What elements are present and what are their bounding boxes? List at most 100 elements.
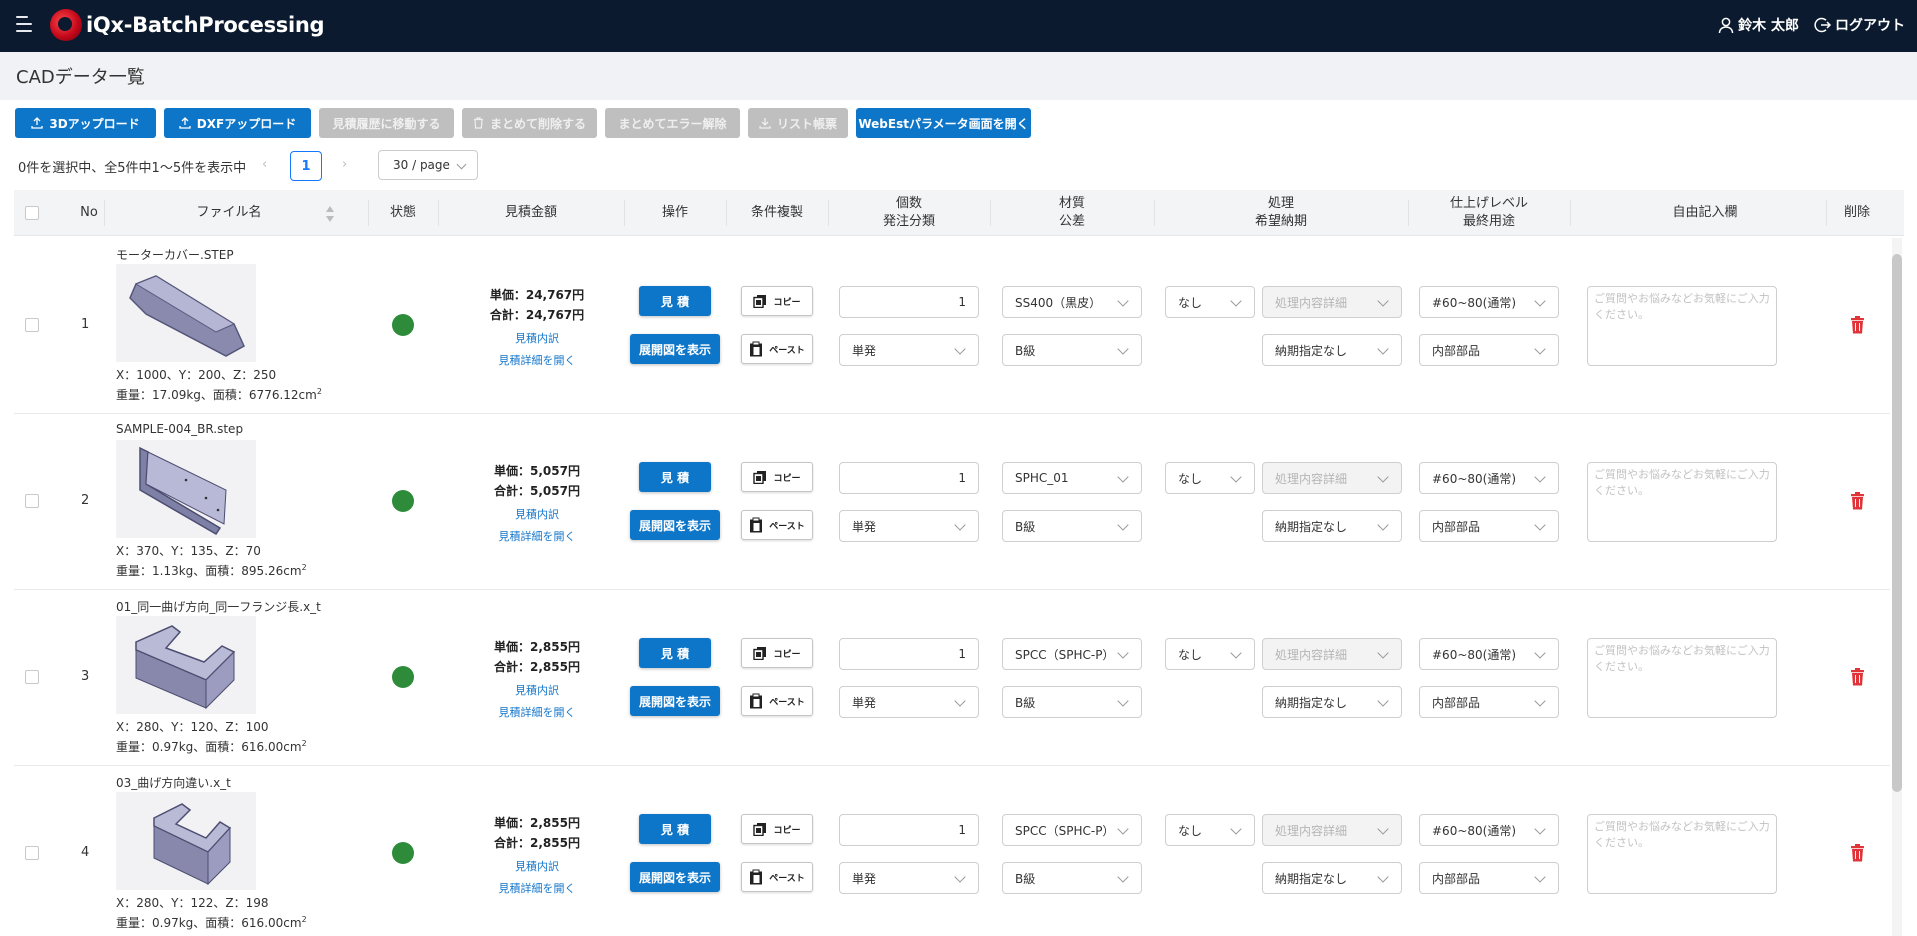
estimate-button[interactable]: 見 積 [639, 638, 711, 668]
finish-level-select[interactable]: #60~80(通常) [1419, 638, 1559, 670]
delete-icon[interactable] [1850, 844, 1865, 862]
row-checkbox[interactable] [25, 846, 39, 860]
bulk-delete-button[interactable]: まとめて削除する [462, 108, 597, 138]
model-thumbnail[interactable] [116, 440, 256, 538]
final-use-select[interactable]: 内部部品 [1419, 686, 1559, 718]
order-type-select[interactable]: 単発 [839, 862, 979, 894]
qty-input[interactable]: 1 [839, 638, 979, 670]
due-date-select[interactable]: 納期指定なし [1262, 510, 1402, 542]
finish-level-select[interactable]: #60~80(通常) [1419, 286, 1559, 318]
row-number: 1 [81, 317, 90, 332]
qty-input[interactable]: 1 [839, 814, 979, 846]
current-page-button[interactable]: 1 [290, 151, 322, 181]
estimate-button[interactable]: 見 積 [639, 814, 711, 844]
final-use-select[interactable]: 内部部品 [1419, 862, 1559, 894]
finish-level-select[interactable]: #60~80(通常) [1419, 462, 1559, 494]
estimate-button[interactable]: 見 積 [639, 286, 711, 316]
open-estimate-detail-link[interactable]: 見積詳細を開く [446, 704, 628, 720]
list-report-button[interactable]: リスト帳票 [748, 108, 848, 138]
paste-button[interactable]: ペースト [741, 862, 813, 892]
show-unfold-button[interactable]: 展開図を表示 [630, 334, 720, 364]
delete-icon[interactable] [1850, 492, 1865, 510]
delete-icon[interactable] [1850, 668, 1865, 686]
material-select[interactable]: SPCC（SPHC-P） [1002, 814, 1142, 846]
show-unfold-button[interactable]: 展開図を表示 [630, 686, 720, 716]
move-history-button[interactable]: 見積履歴に移動する [319, 108, 454, 138]
estimate-button[interactable]: 見 積 [639, 462, 711, 492]
paste-button[interactable]: ペースト [741, 686, 813, 716]
open-estimate-detail-link[interactable]: 見積詳細を開く [446, 880, 628, 896]
tolerance-select[interactable]: B級 [1002, 686, 1142, 718]
col-order-type: 発注分類 [882, 214, 935, 229]
free-text-area[interactable]: ご質問やお悩みなどお気軽にご入力ください。 [1587, 286, 1777, 366]
finish-level-select[interactable]: #60~80(通常) [1419, 814, 1559, 846]
model-thumbnail[interactable] [116, 616, 256, 714]
final-use-select[interactable]: 内部部品 [1419, 510, 1559, 542]
webest-params-button[interactable]: WebEstパラメータ画面を開く [856, 108, 1031, 138]
logout-label: ログアウト [1835, 18, 1905, 34]
model-thumbnail[interactable] [116, 264, 256, 362]
paste-button[interactable]: ペースト [741, 334, 813, 364]
tolerance-select[interactable]: B級 [1002, 510, 1142, 542]
tolerance-select[interactable]: B級 [1002, 862, 1142, 894]
select-all-checkbox[interactable] [25, 206, 39, 220]
next-page-icon[interactable]: › [342, 157, 347, 172]
process-select[interactable]: なし [1165, 286, 1255, 318]
free-text-area[interactable]: ご質問やお悩みなどお気軽にご入力ください。 [1587, 814, 1777, 894]
due-date-select[interactable]: 納期指定なし [1262, 862, 1402, 894]
upload-dxf-button[interactable]: DXFアップロード [164, 108, 311, 138]
app-logo[interactable]: iQx-BatchProcessing [50, 9, 325, 41]
open-estimate-detail-link[interactable]: 見積詳細を開く [446, 528, 628, 544]
hamburger-menu-icon[interactable] [16, 16, 36, 36]
order-type-select[interactable]: 単発 [839, 334, 979, 366]
free-text-area[interactable]: ご質問やお悩みなどお気軽にご入力ください。 [1587, 462, 1777, 542]
status-indicator [392, 314, 414, 336]
material-select[interactable]: SPCC（SPHC-P） [1002, 638, 1142, 670]
copy-button[interactable]: コピー [741, 462, 813, 492]
due-date-select[interactable]: 納期指定なし [1262, 686, 1402, 718]
delete-icon[interactable] [1850, 316, 1865, 334]
order-type-select[interactable]: 単発 [839, 510, 979, 542]
show-unfold-button[interactable]: 展開図を表示 [630, 510, 720, 540]
process-detail-select[interactable]: 処理内容詳細 [1262, 638, 1402, 670]
process-select[interactable]: なし [1165, 638, 1255, 670]
order-type-select[interactable]: 単発 [839, 686, 979, 718]
unit-price: 単価：5,057円 [494, 464, 580, 478]
process-select[interactable]: なし [1165, 462, 1255, 494]
qty-input[interactable]: 1 [839, 286, 979, 318]
row-checkbox[interactable] [25, 670, 39, 684]
material-select[interactable]: SS400（黒皮） [1002, 286, 1142, 318]
process-detail-select[interactable]: 処理内容詳細 [1262, 814, 1402, 846]
show-unfold-button[interactable]: 展開図を表示 [630, 862, 720, 892]
sort-icon[interactable] [325, 205, 335, 223]
copy-button[interactable]: コピー [741, 814, 813, 844]
copy-button[interactable]: コピー [741, 638, 813, 668]
upload-3d-button[interactable]: 3Dアップロード [15, 108, 156, 138]
prev-page-icon[interactable]: ‹ [262, 157, 267, 172]
logout-button[interactable]: ログアウト [1814, 15, 1905, 35]
qty-input[interactable]: 1 [839, 462, 979, 494]
estimate-breakdown-link[interactable]: 見積内訳 [446, 858, 628, 874]
tolerance-select[interactable]: B級 [1002, 334, 1142, 366]
row-checkbox[interactable] [25, 318, 39, 332]
process-detail-select[interactable]: 処理内容詳細 [1262, 462, 1402, 494]
open-estimate-detail-link[interactable]: 見積詳細を開く [446, 352, 628, 368]
row-checkbox[interactable] [25, 494, 39, 508]
free-text-area[interactable]: ご質問やお悩みなどお気軽にご入力ください。 [1587, 638, 1777, 718]
process-select[interactable]: なし [1165, 814, 1255, 846]
copy-button[interactable]: コピー [741, 286, 813, 316]
material-select[interactable]: SPHC_01 [1002, 462, 1142, 494]
col-delete: 削除 [1843, 205, 1870, 220]
estimate-breakdown-link[interactable]: 見積内訳 [446, 506, 628, 522]
page-size-select[interactable]: 30 / page [378, 150, 478, 180]
paste-button[interactable]: ペースト [741, 510, 813, 540]
final-use-select[interactable]: 内部部品 [1419, 334, 1559, 366]
user-menu[interactable]: 鈴木 太郎 [1717, 15, 1799, 35]
process-detail-select[interactable]: 処理内容詳細 [1262, 286, 1402, 318]
scrollbar-thumb[interactable] [1892, 254, 1902, 792]
bulk-clear-error-button[interactable]: まとめてエラー解除 [605, 108, 740, 138]
estimate-breakdown-link[interactable]: 見積内訳 [446, 682, 628, 698]
due-date-select[interactable]: 納期指定なし [1262, 334, 1402, 366]
model-thumbnail[interactable] [116, 792, 256, 890]
estimate-breakdown-link[interactable]: 見積内訳 [446, 330, 628, 346]
